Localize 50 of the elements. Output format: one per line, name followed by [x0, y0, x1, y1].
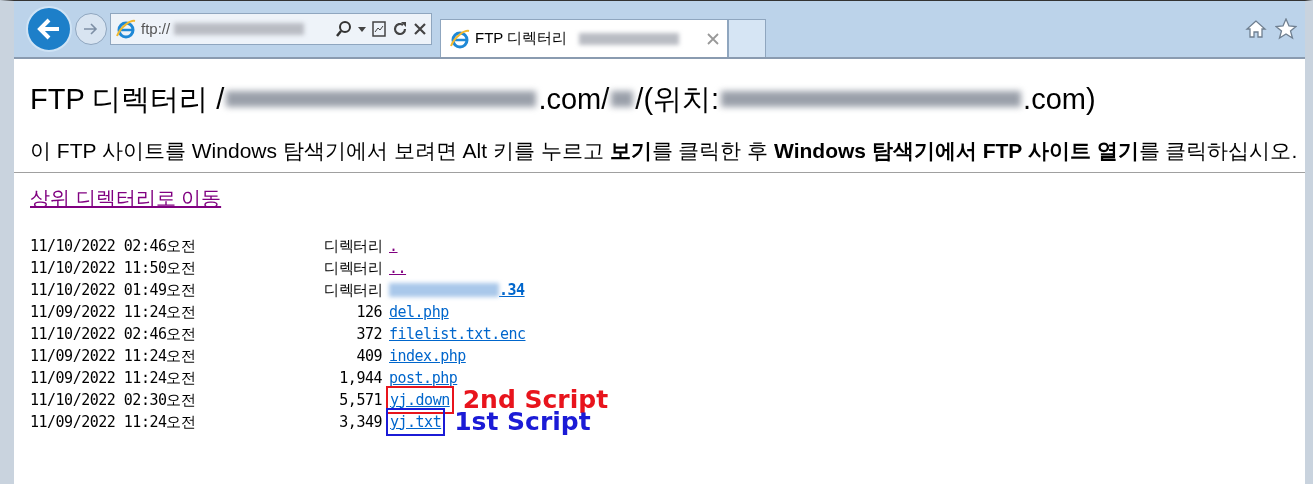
date-text: 11/09/2022 11:24오전	[30, 411, 197, 433]
date-text: 11/10/2022 02:46오전	[30, 235, 197, 257]
date-text: 11/09/2022 11:24오전	[30, 367, 197, 389]
size-text: 372	[355, 323, 382, 345]
file-link[interactable]: del.php	[389, 300, 449, 324]
forward-arrow-icon	[83, 22, 99, 36]
parent-directory-link[interactable]: 상위 디렉터리로 이동	[30, 183, 222, 213]
file-link[interactable]: .	[389, 234, 398, 258]
file-link[interactable]: index.php	[389, 344, 466, 368]
address-text: ftp://	[141, 18, 171, 39]
redaction-blur	[611, 91, 634, 107]
tab-title: FTP 디렉터리	[475, 28, 568, 49]
back-arrow-icon	[37, 18, 61, 40]
date-text: 11/10/2022 02:30오전	[30, 389, 197, 411]
back-button[interactable]	[26, 6, 72, 52]
size-text: 디렉터리	[323, 235, 382, 257]
file-link[interactable]: .34	[389, 278, 525, 302]
star-icon[interactable]	[1275, 18, 1297, 40]
size-text: 디렉터리	[323, 257, 382, 279]
browser-logo-icon	[115, 18, 137, 40]
date-text: 11/10/2022 01:49오전	[30, 279, 197, 301]
file-link[interactable]: yj.txt	[389, 410, 443, 434]
home-icon[interactable]	[1245, 19, 1267, 39]
address-bar[interactable]: ftp://	[110, 13, 432, 45]
close-icon[interactable]	[413, 22, 427, 36]
refresh-icon[interactable]	[391, 20, 409, 38]
size-text: 디렉터리	[323, 279, 382, 301]
size-text: 5,571	[338, 389, 382, 411]
date-text: 11/10/2022 11:50오전	[30, 257, 197, 279]
size-text: 126	[355, 301, 382, 323]
size-text: 1,944	[338, 367, 382, 389]
size-text: 409	[355, 345, 382, 367]
date-text: 11/10/2022 02:46오전	[30, 323, 197, 345]
file-link[interactable]: post.php	[389, 366, 458, 390]
page-heading: .com)	[1023, 82, 1096, 117]
file-link[interactable]: filelist.txt.enc	[389, 322, 526, 346]
search-icon	[335, 20, 353, 38]
browser-tab[interactable]: FTP 디렉터리	[440, 19, 728, 57]
size-text: 3,349	[338, 411, 382, 433]
file-link[interactable]: yj.down	[389, 388, 451, 412]
page-heading: /(위치:	[635, 82, 720, 117]
dropdown-caret-icon[interactable]	[357, 25, 367, 33]
date-text: 11/09/2022 11:24오전	[30, 345, 197, 367]
instruction-text: 이 FTP 사이트를 Windows 탐색기에서 보려면 Alt 키를 누르고 보기를 클릭한 후 Windows 탐색기에서 FTP 사이트 열기를 클릭하십시오.	[30, 139, 1299, 162]
date-text: 11/09/2022 11:24오전	[30, 301, 197, 323]
page-heading: FTP 디렉터리 /	[30, 82, 225, 117]
page-heading: .com/	[538, 82, 610, 117]
file-link[interactable]: ..	[389, 256, 407, 280]
browser-logo-icon	[449, 27, 471, 50]
compatibility-icon[interactable]	[371, 20, 387, 38]
